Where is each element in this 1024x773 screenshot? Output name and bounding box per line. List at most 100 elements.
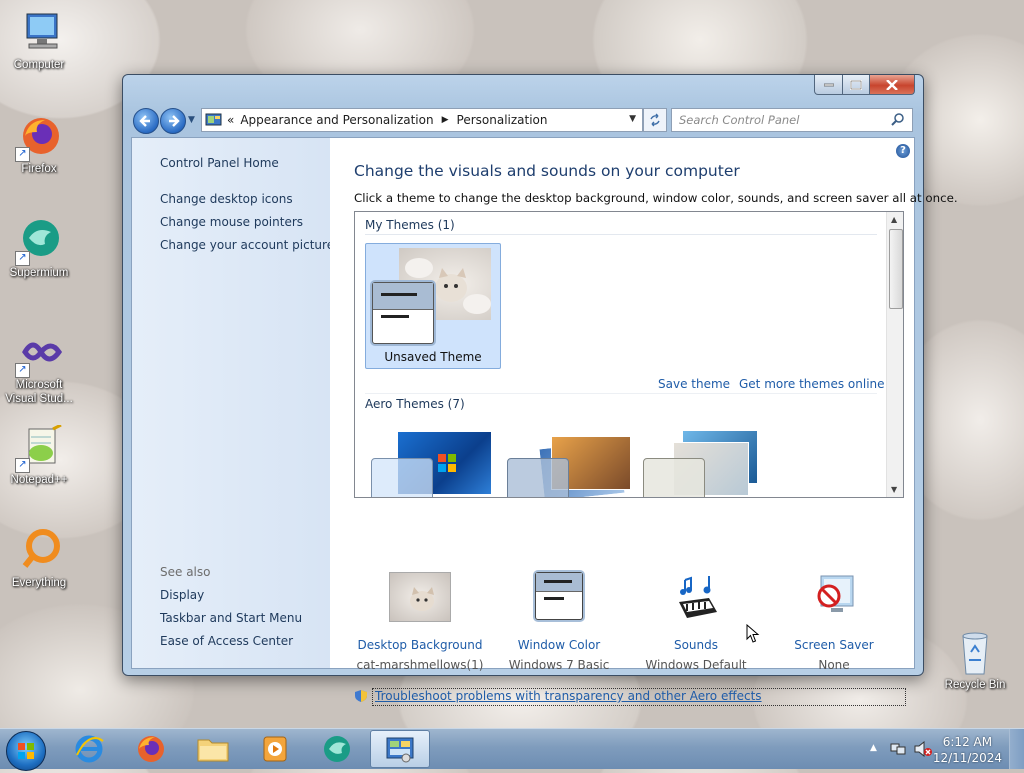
- personalization-window: ▼ « Appearance and Personalization ▶ Per…: [122, 74, 958, 706]
- network-icon[interactable]: [890, 741, 906, 760]
- close-button[interactable]: [870, 75, 915, 95]
- desktop-background-link[interactable]: Desktop Background: [350, 638, 490, 652]
- clock-date: 12/11/2024: [932, 751, 1002, 765]
- desktop-icon-recycle-bin[interactable]: Recycle Bin: [936, 630, 1014, 692]
- breadcrumb-separator-icon[interactable]: ▶: [442, 115, 449, 125]
- troubleshoot-aero-link[interactable]: Troubleshoot problems with transparency …: [372, 688, 906, 706]
- desktop-background-item[interactable]: [350, 572, 490, 628]
- change-mouse-pointers-link[interactable]: Change mouse pointers: [160, 215, 303, 229]
- theme-name: Unsaved Theme: [384, 350, 482, 364]
- forward-arrow-icon: [169, 115, 180, 127]
- page-subtitle: Click a theme to change the desktop back…: [354, 191, 958, 205]
- desktop-icon-everything[interactable]: Everything: [0, 528, 78, 590]
- desktop-icon-computer[interactable]: Computer: [0, 10, 78, 72]
- screen-saver-item[interactable]: [764, 575, 904, 628]
- address-dropdown-icon[interactable]: ▼: [629, 114, 636, 124]
- page-title: Change the visuals and sounds on your co…: [354, 162, 740, 180]
- maximize-icon: [850, 79, 862, 90]
- firefox-icon: ↗: [15, 114, 63, 162]
- change-account-picture-link[interactable]: Change your account picture: [160, 238, 334, 252]
- ease-of-access-link[interactable]: Ease of Access Center: [160, 634, 293, 648]
- taskbar-internet-explorer[interactable]: [60, 731, 118, 767]
- back-button[interactable]: [133, 108, 159, 134]
- desktop-icon-notepadpp[interactable]: ↗ Notepad++: [0, 423, 78, 487]
- window-color-link[interactable]: Window Color: [489, 638, 629, 652]
- content-area: Control Panel Home Change desktop icons …: [131, 137, 958, 706]
- my-themes-header: My Themes (1): [365, 218, 455, 232]
- window-color-item[interactable]: [489, 572, 629, 626]
- taskbar-control-panel[interactable]: [370, 730, 430, 768]
- screen-saver-value: None: [818, 658, 850, 672]
- desktop-icon-firefox[interactable]: ↗ Firefox: [0, 114, 78, 176]
- sounds-link[interactable]: Sounds: [626, 638, 766, 652]
- scrollbar-thumb[interactable]: [889, 229, 903, 309]
- clock-time: 6:12 AM: [942, 735, 993, 749]
- recent-pages-dropdown[interactable]: ▼: [188, 115, 195, 125]
- show-hidden-icons-button[interactable]: ▲: [870, 743, 877, 753]
- firefox-icon: [138, 736, 164, 762]
- refresh-button[interactable]: [643, 108, 667, 132]
- themes-list[interactable]: My Themes (1) Unsaved Theme Save theme G…: [354, 211, 904, 498]
- everything-icon: [15, 528, 63, 576]
- desktop-icon-label: Supermium: [9, 267, 69, 279]
- themes-scrollbar[interactable]: ▲ ▼: [886, 212, 903, 497]
- maximize-button[interactable]: [843, 75, 870, 95]
- address-bar[interactable]: « Appearance and Personalization ▶ Perso…: [201, 108, 643, 132]
- desktop-icon-supermium[interactable]: ↗ Supermium: [0, 218, 78, 280]
- scroll-up-icon[interactable]: ▲: [891, 215, 897, 224]
- search-icon[interactable]: [891, 113, 905, 127]
- control-panel-icon: [386, 737, 414, 763]
- forward-button[interactable]: [160, 108, 186, 134]
- desktop-icon-label: Computer: [13, 59, 65, 71]
- search-input[interactable]: [672, 112, 891, 128]
- desktop-icon-label: Everything: [11, 577, 67, 589]
- navigation-bar: ▼ « Appearance and Personalization ▶ Per…: [131, 107, 915, 134]
- taskbar-media-player[interactable]: [246, 731, 304, 767]
- desktop-background-value: cat-marshmellows(1): [356, 658, 484, 672]
- change-desktop-icons-link[interactable]: Change desktop icons: [160, 192, 293, 206]
- media-player-icon: [263, 736, 287, 762]
- refresh-icon: [650, 113, 660, 127]
- get-more-themes-link[interactable]: Get more themes online: [739, 377, 885, 391]
- volume-muted-icon[interactable]: [914, 740, 932, 760]
- sounds-value: Windows Default: [645, 658, 747, 672]
- breadcrumb-overflow[interactable]: «: [227, 113, 234, 127]
- desktop-icon-label: Firefox: [21, 163, 57, 175]
- supermium-icon: ↗: [15, 218, 63, 266]
- taskbar-firefox[interactable]: [122, 731, 180, 767]
- computer-icon: [15, 10, 63, 58]
- screen-saver-link[interactable]: Screen Saver: [764, 638, 904, 652]
- control-panel-home-link[interactable]: Control Panel Home: [160, 156, 279, 170]
- theme-window-preview: [371, 458, 433, 497]
- desktop-icon-label: Recycle Bin: [944, 679, 1006, 691]
- taskbar-start-menu-link[interactable]: Taskbar and Start Menu: [160, 611, 302, 625]
- start-button[interactable]: [6, 731, 46, 771]
- taskbar-explorer[interactable]: [184, 731, 242, 767]
- window-color-value: Windows 7 Basic: [508, 658, 610, 672]
- theme-characters[interactable]: [637, 424, 771, 497]
- theme-windows7[interactable]: [365, 424, 499, 497]
- sounds-item[interactable]: [626, 576, 766, 628]
- close-icon: [886, 79, 898, 90]
- screen-saver-icon: [803, 572, 865, 622]
- show-desktop-button[interactable]: [1009, 729, 1024, 769]
- minimize-button[interactable]: [814, 75, 843, 95]
- display-link[interactable]: Display: [160, 588, 204, 602]
- taskbar-supermium[interactable]: [308, 731, 366, 767]
- left-task-pane: Control Panel Home Change desktop icons …: [132, 138, 334, 668]
- breadcrumb-appearance[interactable]: Appearance and Personalization: [240, 113, 433, 127]
- desktop-icon-visual-studio[interactable]: ↗ Microsoft Visual Stud...: [0, 330, 78, 406]
- system-clock[interactable]: 6:12 AM 12/11/2024: [933, 734, 1002, 766]
- theme-architecture[interactable]: [501, 424, 635, 497]
- notepadpp-icon: ↗: [15, 423, 63, 473]
- search-box[interactable]: [671, 108, 913, 132]
- taskbar: ▲ 6:12 AM 12/11/2024: [0, 728, 1024, 771]
- scroll-down-icon[interactable]: ▼: [891, 485, 897, 494]
- mouse-cursor-icon: [746, 623, 760, 647]
- shortcut-arrow-icon: ↗: [15, 458, 30, 473]
- breadcrumb-personalization[interactable]: Personalization: [457, 113, 548, 127]
- save-theme-link[interactable]: Save theme: [658, 377, 730, 391]
- theme-unsaved[interactable]: Unsaved Theme: [365, 243, 501, 369]
- shortcut-arrow-icon: ↗: [15, 147, 30, 162]
- help-icon[interactable]: ?: [896, 144, 910, 158]
